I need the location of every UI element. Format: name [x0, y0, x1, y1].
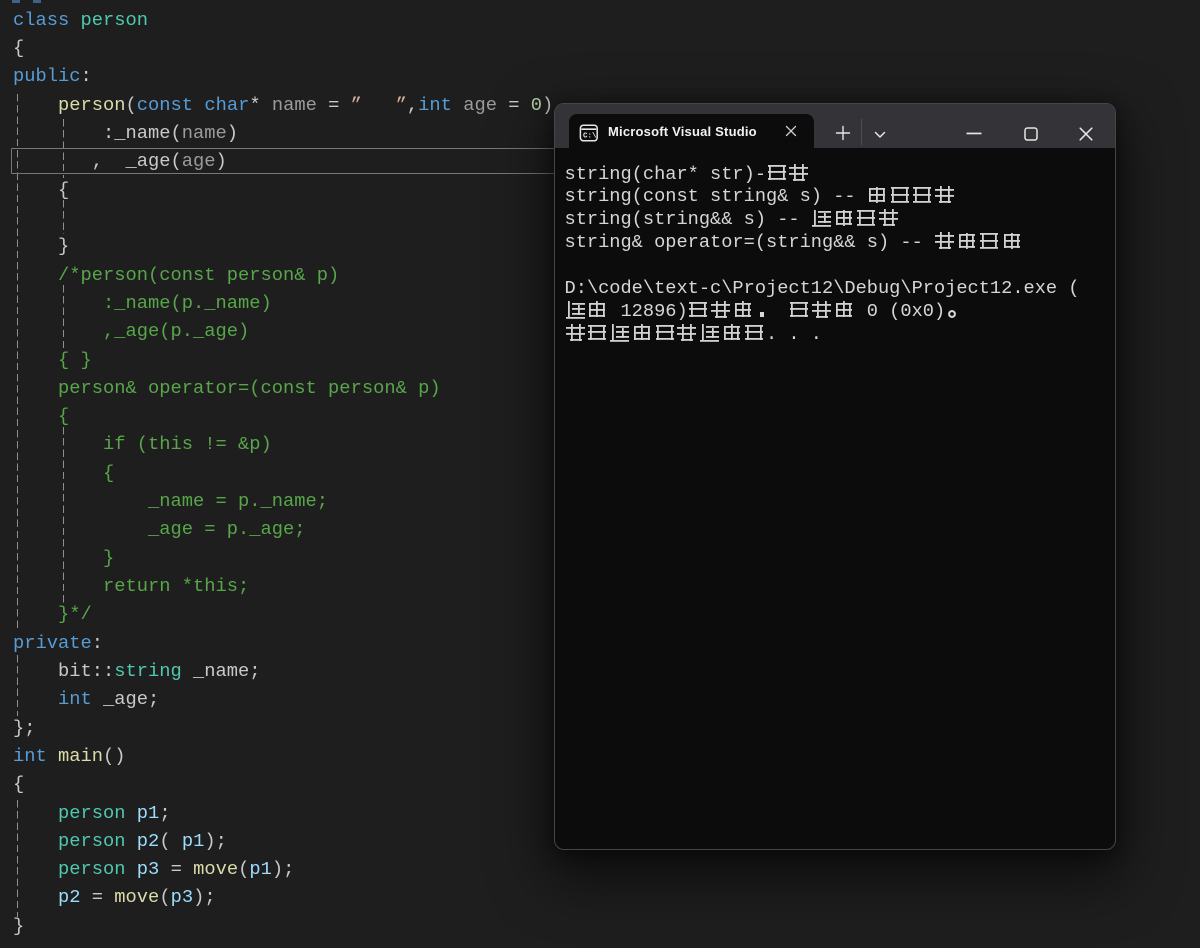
svg-text:C:\: C:\ — [583, 132, 597, 140]
